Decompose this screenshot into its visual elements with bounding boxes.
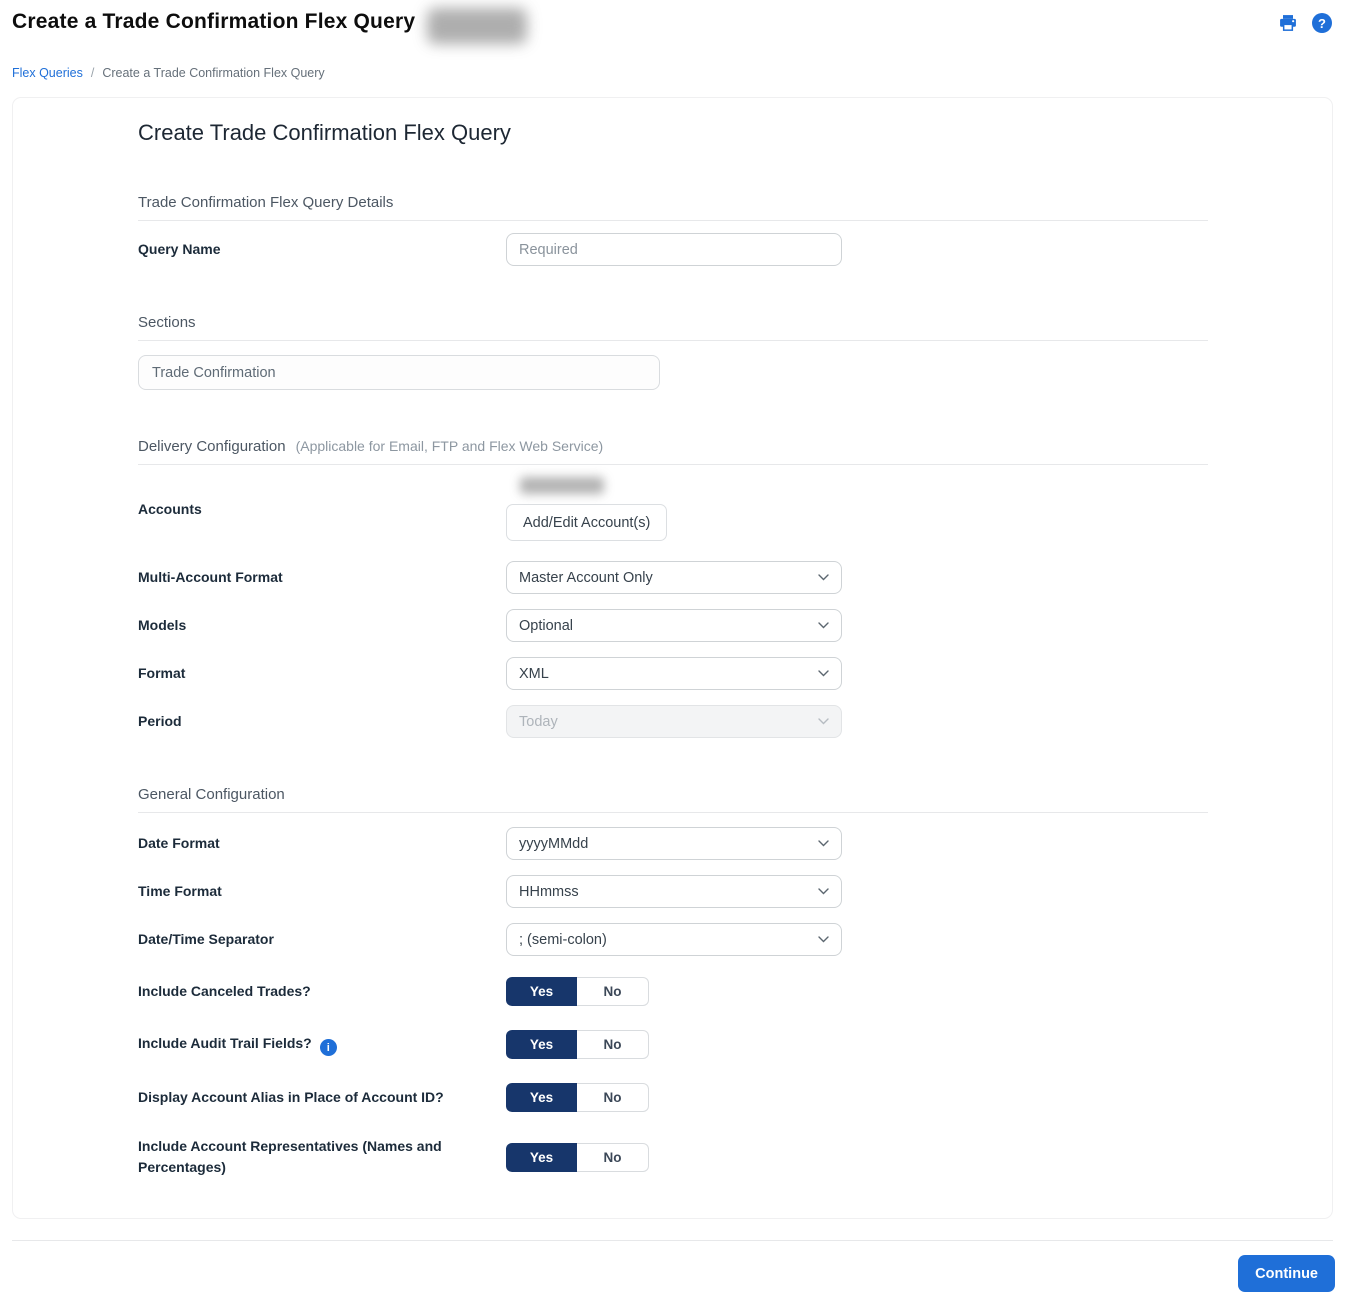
page-header: Create a Trade Confirmation Flex Query ? [0,0,1345,44]
datetime-separator-select[interactable]: ; (semi-colon) [506,923,842,956]
sections-selector[interactable]: Trade Confirmation [138,355,660,390]
chevron-down-icon [818,718,829,725]
include-account-representatives-toggle[interactable]: Yes No [506,1143,649,1172]
sections-selected-value: Trade Confirmation [152,365,276,381]
include-canceled-trades-row: Include Canceled Trades? Yes No [138,977,1208,1006]
breadcrumb-separator: / [91,66,94,80]
toggle-no-option[interactable]: No [577,977,649,1006]
toggle-yes-option[interactable]: Yes [506,977,577,1006]
add-edit-accounts-button[interactable]: Add/Edit Account(s) [506,504,667,541]
time-format-row: Time Format HHmmss [138,875,1208,908]
breadcrumb: Flex Queries / Create a Trade Confirmati… [0,44,1345,80]
form-heading: Create Trade Confirmation Flex Query [138,120,1208,146]
chevron-down-icon [818,574,829,581]
period-select: Today [506,705,842,738]
query-name-input[interactable] [506,233,842,266]
date-format-row: Date Format yyyyMMdd [138,827,1208,860]
models-row: Models Optional [138,609,1208,642]
chevron-down-icon [818,936,829,943]
section-delivery-title: Delivery Configuration (Applicable for E… [138,438,1208,465]
include-audit-trail-row: Include Audit Trail Fields?i Yes No [138,1030,1208,1059]
delivery-applicability-note: (Applicable for Email, FTP and Flex Web … [296,438,604,454]
print-icon[interactable] [1277,12,1299,34]
chevron-down-icon [818,622,829,629]
date-format-select[interactable]: yyyyMMdd [506,827,842,860]
chevron-down-icon [818,670,829,677]
info-icon[interactable]: i [320,1039,337,1056]
page-title: Create a Trade Confirmation Flex Query [12,8,415,34]
format-select[interactable]: XML [506,657,842,690]
multi-account-format-select[interactable]: Master Account Only [506,561,842,594]
format-row: Format XML [138,657,1208,690]
datetime-separator-row: Date/Time Separator ; (semi-colon) [138,923,1208,956]
section-general-title: General Configuration [138,786,1208,813]
redacted-account-number [520,477,604,494]
redacted-account-id [427,8,527,44]
accounts-label: Accounts [138,499,506,520]
query-name-row: Query Name [138,233,1208,266]
toggle-no-option[interactable]: No [577,1030,649,1059]
include-account-representatives-row: Include Account Representatives (Names a… [138,1136,1208,1178]
toggle-yes-option[interactable]: Yes [506,1143,577,1172]
flex-query-form-card: Create Trade Confirmation Flex Query Tra… [12,97,1333,1219]
chevron-down-icon [818,888,829,895]
footer: Continue [0,1241,1345,1302]
models-select[interactable]: Optional [506,609,842,642]
toggle-no-option[interactable]: No [577,1143,649,1172]
include-audit-trail-toggle[interactable]: Yes No [506,1030,649,1059]
continue-button[interactable]: Continue [1238,1255,1335,1292]
toggle-no-option[interactable]: No [577,1083,649,1112]
multi-account-format-row: Multi-Account Format Master Account Only [138,561,1208,594]
toggle-yes-option[interactable]: Yes [506,1083,577,1112]
time-format-select[interactable]: HHmmss [506,875,842,908]
query-name-label: Query Name [138,239,506,260]
display-account-alias-toggle[interactable]: Yes No [506,1083,649,1112]
period-row: Period Today [138,705,1208,738]
breadcrumb-current: Create a Trade Confirmation Flex Query [102,66,324,80]
breadcrumb-link-flex-queries[interactable]: Flex Queries [12,66,83,80]
display-account-alias-row: Display Account Alias in Place of Accoun… [138,1083,1208,1112]
section-details-title: Trade Confirmation Flex Query Details [138,194,1208,221]
section-sections-title: Sections [138,314,1208,341]
chevron-down-icon [818,840,829,847]
accounts-row: Accounts Add/Edit Account(s) [138,477,1208,541]
help-icon[interactable]: ? [1311,12,1333,34]
toggle-yes-option[interactable]: Yes [506,1030,577,1059]
include-canceled-trades-toggle[interactable]: Yes No [506,977,649,1006]
